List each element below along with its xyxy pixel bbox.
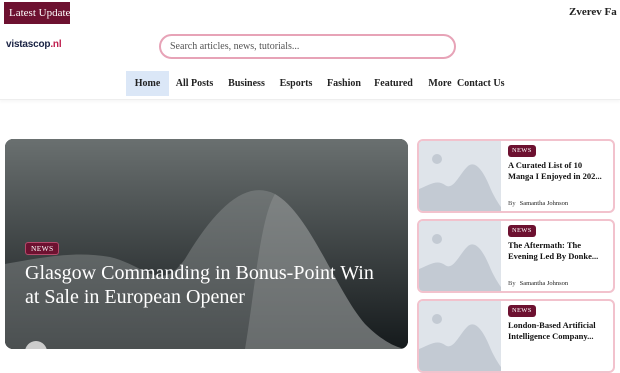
hero-placeholder-image (5, 139, 408, 349)
hero-category-badge[interactable]: NEWS (25, 242, 60, 255)
hero-title[interactable]: Glasgow Commanding in Bonus-Point Win at… (25, 261, 385, 309)
site-logo[interactable]: vistascop.nl (6, 39, 62, 50)
article-card[interactable]: NEWS A Curated List of 10 Manga I Enjoye… (417, 139, 615, 213)
nav-item-business[interactable]: Business (225, 71, 268, 96)
image-placeholder-icon (419, 221, 501, 291)
search-box (159, 34, 456, 59)
logo-tld-text: .nl (50, 39, 62, 50)
image-placeholder-icon (419, 301, 501, 371)
image-placeholder-icon (419, 141, 501, 211)
card-thumbnail (419, 301, 501, 371)
article-card[interactable]: NEWS The Aftermath: The Evening Led By D… (417, 219, 615, 293)
latest-update-badge: Latest Update (4, 2, 70, 24)
nav-item-all-posts[interactable]: All Posts (173, 71, 216, 96)
main-nav: Home All Posts Business Esports Fashion … (0, 68, 620, 100)
card-title-line-1: A Curated List of 10 (508, 160, 583, 170)
author-name[interactable]: Samantha Johnson (520, 280, 569, 287)
nav-item-fashion[interactable]: Fashion (325, 71, 363, 96)
logo-main-text: vistascop (6, 39, 51, 50)
nav-item-more[interactable]: More (426, 71, 454, 96)
card-title-line-1: London-Based Artificial (508, 320, 596, 330)
card-title-line-1: The Aftermath: The (508, 240, 582, 250)
news-ticker-text[interactable]: Zverev Fa (569, 6, 617, 18)
byline-prefix: By (508, 200, 516, 207)
card-category-badge[interactable]: NEWS (508, 145, 536, 157)
nav-item-featured[interactable]: Featured (372, 71, 415, 96)
byline-prefix: By (508, 280, 516, 287)
card-title[interactable]: London-Based Artificial Intelligence Com… (508, 320, 612, 342)
card-byline: By Samantha Johnson (508, 280, 568, 287)
nav-item-home[interactable]: Home (126, 71, 169, 96)
card-thumbnail (419, 221, 501, 291)
card-title-line-2: Intelligence Company... (508, 331, 594, 341)
author-name[interactable]: Samantha Johnson (520, 200, 569, 207)
card-category-badge[interactable]: NEWS (508, 225, 536, 237)
site-header: vistascop.nl (0, 28, 620, 68)
card-title[interactable]: The Aftermath: The Evening Led By Donke.… (508, 240, 612, 262)
card-thumbnail (419, 141, 501, 211)
card-title[interactable]: A Curated List of 10 Manga I Enjoyed in … (508, 160, 612, 182)
card-byline: By Samantha Johnson (508, 200, 568, 207)
article-card[interactable]: NEWS London-Based Artificial Intelligenc… (417, 299, 615, 373)
hero-article[interactable]: NEWS Glasgow Commanding in Bonus-Point W… (5, 139, 408, 349)
nav-item-contact-us[interactable]: Contact Us (457, 71, 505, 96)
top-bar: Latest Update Zverev Fa (0, 0, 620, 28)
card-title-line-2: Manga I Enjoyed in 202... (508, 171, 602, 181)
search-input[interactable] (161, 36, 454, 57)
card-category-badge[interactable]: NEWS (508, 305, 536, 317)
nav-item-esports[interactable]: Esports (277, 71, 315, 96)
card-title-line-2: Evening Led By Donke... (508, 251, 599, 261)
